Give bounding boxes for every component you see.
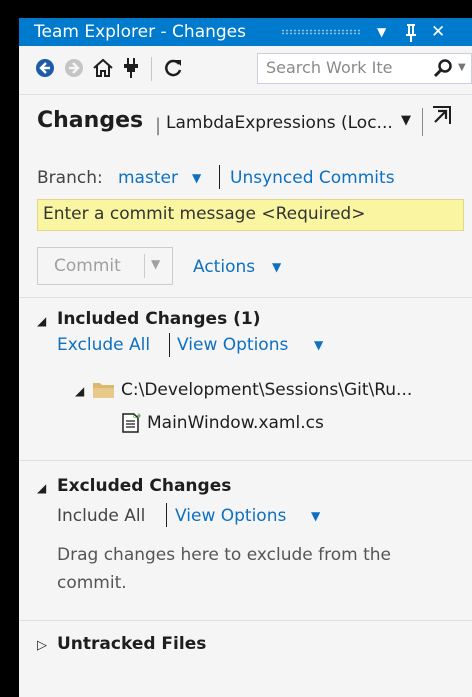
expand-triangle-icon[interactable]: ▷: [37, 638, 47, 653]
toolbar-separator: [151, 57, 152, 81]
page-title: Changes: [37, 108, 144, 133]
title-bar: Team Explorer - Changes ▼ ✕: [19, 18, 472, 46]
search-icon[interactable]: [432, 58, 454, 84]
home-icon[interactable]: [91, 56, 115, 80]
view-options-dropdown-icon[interactable]: ▼: [314, 338, 323, 352]
close-icon[interactable]: ✕: [431, 20, 445, 44]
branch-label: Branch:: [37, 168, 103, 188]
divider: [19, 620, 472, 621]
folder-path[interactable]: C:\Development\Sessions\Git\Ru...: [121, 380, 412, 400]
exclude-hint-text: Drag changes here to exclude from the: [57, 545, 391, 565]
commit-split-divider: [144, 254, 145, 278]
exclude-all-link[interactable]: Exclude All: [57, 335, 150, 355]
folder-icon: [92, 379, 116, 405]
back-icon[interactable]: [33, 56, 57, 80]
title-divider: |: [155, 115, 162, 136]
excluded-view-options-link[interactable]: View Options: [175, 506, 286, 526]
connect-icon[interactable]: [119, 56, 143, 80]
navigate-up-icon[interactable]: [431, 104, 455, 132]
unsynced-commits-link[interactable]: Unsynced Commits: [230, 168, 395, 188]
csharp-file-icon: c#: [121, 412, 141, 438]
included-view-options-link[interactable]: View Options: [177, 335, 288, 355]
header-separator: [422, 108, 423, 136]
collapse-triangle-icon[interactable]: ◢: [37, 314, 46, 328]
link-separator: [169, 333, 170, 357]
repository-selector[interactable]: LambdaExpressions (Loc...: [166, 113, 393, 133]
commit-message-input[interactable]: Enter a commit message <Required>: [37, 199, 464, 231]
commit-message-placeholder: Enter a commit message <Required>: [43, 204, 366, 224]
commit-dropdown-icon[interactable]: ▼: [151, 257, 160, 271]
title-drag-grip[interactable]: [281, 29, 361, 35]
forward-icon[interactable]: [62, 56, 86, 80]
branch-dropdown-icon[interactable]: ▼: [192, 171, 201, 185]
commit-button[interactable]: Commit ▼: [37, 247, 173, 285]
search-work-items-input[interactable]: Search Work Ite ▼: [257, 53, 472, 84]
folder-expand-triangle-icon[interactable]: ◢: [75, 384, 84, 398]
repository-dropdown-icon[interactable]: ▼: [401, 113, 411, 128]
excluded-changes-header[interactable]: Excluded Changes: [57, 476, 231, 496]
commit-button-label: Commit: [54, 256, 121, 276]
window-title: Team Explorer - Changes: [34, 22, 247, 42]
include-all-link[interactable]: Include All: [57, 506, 145, 526]
link-separator: [166, 503, 167, 527]
branch-name-link[interactable]: master: [118, 168, 178, 188]
included-changes-header[interactable]: Included Changes (1): [57, 309, 260, 329]
collapse-triangle-icon[interactable]: ◢: [37, 481, 46, 495]
toolbar: Search Work Ite ▼: [19, 46, 472, 94]
branch-separator: [219, 165, 220, 189]
actions-menu-link[interactable]: Actions: [193, 257, 255, 277]
changed-file-name[interactable]: MainWindow.xaml.cs: [147, 413, 324, 433]
untracked-files-header[interactable]: Untracked Files: [57, 634, 206, 654]
refresh-icon[interactable]: [161, 56, 185, 80]
divider: [19, 297, 472, 298]
search-placeholder: Search Work Ite: [266, 58, 393, 77]
view-options-dropdown-icon[interactable]: ▼: [311, 509, 320, 523]
exclude-hint-text-line2: commit.: [57, 573, 127, 593]
search-options-chevron-icon[interactable]: ▼: [458, 62, 466, 73]
page-header: Changes | LambdaExpressions (Loc... ▼: [19, 94, 472, 154]
svg-text:c#: c#: [133, 413, 141, 420]
divider: [19, 460, 472, 461]
actions-dropdown-icon[interactable]: ▼: [272, 260, 281, 274]
window-menu-dropdown-icon[interactable]: ▼: [377, 20, 386, 44]
